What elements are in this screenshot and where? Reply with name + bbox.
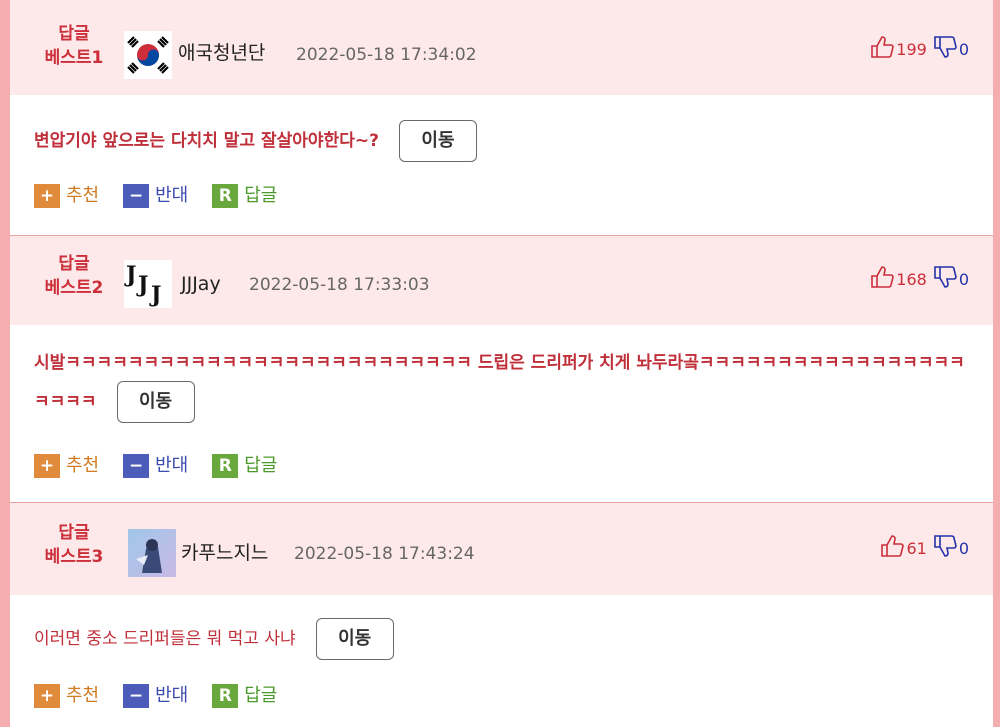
comment-actions: + 추천 − 반대 R 답글	[34, 684, 301, 708]
move-button[interactable]: 이동	[398, 120, 477, 162]
reply-button[interactable]: R 답글	[212, 184, 277, 208]
best-label-rank: 베스트1	[44, 48, 104, 68]
reply-label: 답글	[244, 455, 278, 476]
best-comment-3: 답글 베스트3 카푸느지느 2022-05-18 17:43:24 61 0 이…	[10, 503, 993, 727]
minus-icon: −	[123, 454, 150, 478]
comment-body: 이러면 중소 드리퍼들은 뭐 먹고 사냐 이동	[34, 618, 974, 660]
oppose-label: 반대	[155, 455, 189, 476]
plus-icon: +	[34, 184, 60, 208]
best-label-reply: 답글	[58, 24, 90, 44]
svg-text:J: J	[149, 282, 161, 308]
best-comment-1: 답글 베스트1 애국청년단 2022-05-18 17:34:02 199 0 …	[10, 0, 993, 235]
comment-date: 2022-05-18 17:43:24	[294, 544, 475, 564]
oppose-label: 반대	[155, 685, 189, 706]
reply-button[interactable]: R 답글	[212, 454, 277, 478]
minus-icon: −	[123, 684, 150, 708]
recommend-button[interactable]: + 추천	[34, 684, 99, 708]
jjj-logo-icon[interactable]: JJJ	[124, 260, 172, 308]
vote-counts: 61 0	[880, 534, 969, 563]
recommend-button[interactable]: + 추천	[34, 184, 99, 208]
comment-date: 2022-05-18 17:33:03	[249, 275, 430, 295]
recommend-label: 추천	[66, 685, 100, 706]
reply-icon: R	[212, 454, 239, 478]
comment-text: 이러면 중소 드리퍼들은 뭐 먹고 사냐	[34, 629, 296, 649]
comment-body: 시발ㅋㅋㅋㅋㅋㅋㅋㅋㅋㅋㅋㅋㅋㅋㅋㅋㅋㅋㅋㅋㅋㅋㅋㅋㅋㅋ 드립은 드리퍼가 치게…	[34, 345, 974, 423]
comment-text: 변압기야 앞으로는 다치치 말고 잘살아야한다~?	[34, 131, 379, 151]
best-label-reply: 답글	[58, 254, 90, 274]
up-count: 168	[896, 269, 927, 289]
down-count: 0	[958, 538, 969, 558]
oppose-button[interactable]: − 반대	[123, 684, 188, 708]
best-comment-2: 답글 베스트2 JJJ JJJay 2022-05-18 17:33:03 16…	[10, 236, 993, 502]
recommend-label: 추천	[66, 185, 100, 206]
up-count: 61	[906, 538, 927, 558]
thumbs-up-icon	[870, 265, 895, 294]
thumbs-down-icon	[933, 35, 957, 64]
thumbs-down-icon	[933, 534, 957, 563]
best-label-reply: 답글	[58, 523, 90, 543]
reply-label: 답글	[244, 685, 278, 706]
move-button[interactable]: 이동	[315, 618, 394, 660]
move-button[interactable]: 이동	[116, 381, 195, 423]
comment-header: 답글 베스트1 애국청년단 2022-05-18 17:34:02 199 0	[10, 0, 993, 95]
recommend-label: 추천	[66, 455, 100, 476]
svg-text:J: J	[136, 272, 148, 298]
reply-button[interactable]: R 답글	[212, 684, 277, 708]
recommend-button[interactable]: + 추천	[34, 454, 99, 478]
oppose-button[interactable]: − 반대	[123, 454, 188, 478]
thumbs-down-icon	[933, 265, 957, 294]
author-name[interactable]: 애국청년단	[178, 41, 265, 65]
korean-flag-icon[interactable]	[124, 31, 172, 79]
oppose-label: 반대	[155, 185, 189, 206]
svg-text:J: J	[124, 262, 136, 288]
vote-counts: 199 0	[870, 35, 969, 64]
author-name[interactable]: 카푸느지느	[181, 541, 268, 565]
best-badge: 답글 베스트1	[34, 22, 114, 70]
author-name[interactable]: JJJay	[181, 272, 221, 296]
character-avatar-icon[interactable]	[128, 529, 176, 577]
down-count: 0	[958, 269, 969, 289]
comment-header: 답글 베스트3 카푸느지느 2022-05-18 17:43:24 61 0	[10, 503, 993, 595]
best-badge: 답글 베스트3	[34, 521, 114, 569]
minus-icon: −	[123, 184, 150, 208]
reply-icon: R	[212, 184, 239, 208]
best-label-rank: 베스트3	[44, 547, 104, 567]
oppose-button[interactable]: − 반대	[123, 184, 188, 208]
comment-actions: + 추천 − 반대 R 답글	[34, 184, 301, 208]
up-count: 199	[896, 39, 927, 59]
comment-actions: + 추천 − 반대 R 답글	[34, 454, 301, 478]
comment-list: 답글 베스트1 애국청년단 2022-05-18 17:34:02 199 0 …	[10, 0, 993, 727]
comment-body: 변압기야 앞으로는 다치치 말고 잘살아야한다~? 이동	[34, 120, 974, 162]
reply-label: 답글	[244, 185, 278, 206]
comment-header: 답글 베스트2 JJJ JJJay 2022-05-18 17:33:03 16…	[10, 236, 993, 325]
thumbs-up-icon	[870, 35, 895, 64]
best-badge: 답글 베스트2	[34, 252, 114, 300]
comment-date: 2022-05-18 17:34:02	[296, 45, 477, 65]
thumbs-up-icon	[880, 534, 905, 563]
down-count: 0	[958, 39, 969, 59]
plus-icon: +	[34, 684, 60, 708]
vote-counts: 168 0	[870, 265, 969, 294]
reply-icon: R	[212, 684, 239, 708]
best-label-rank: 베스트2	[44, 278, 104, 298]
plus-icon: +	[34, 454, 60, 478]
